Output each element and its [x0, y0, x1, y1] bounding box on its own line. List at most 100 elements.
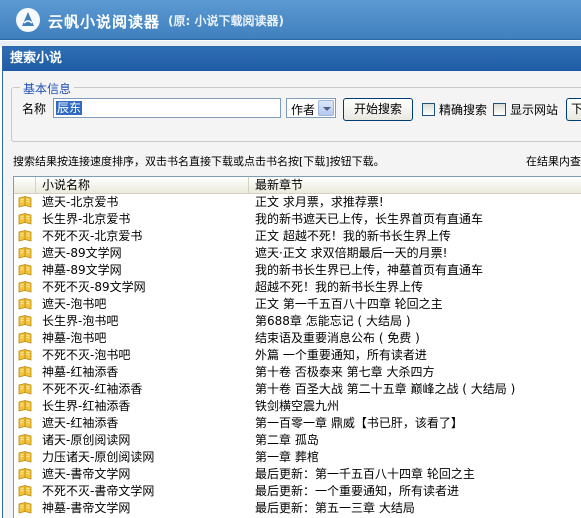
novel-name-cell[interactable]: 遮天-書帝文学网 [42, 466, 130, 483]
book-icon [18, 332, 32, 344]
table-row[interactable]: 遮天-書帝文学网 最后更新：第一千五百八十四章 轮回之主 [14, 466, 581, 483]
novel-name-cell[interactable]: 神墓-89文学网 [42, 262, 122, 279]
book-icon [18, 315, 32, 327]
search-type-select[interactable]: 作者 [286, 98, 336, 118]
book-icon [18, 298, 32, 310]
book-icon [18, 264, 32, 276]
filter-results-label: 在结果内查 [526, 155, 581, 168]
results-table[interactable]: 小说名称 最新章节 遮天-北京爱书 正文 求月票，求推荐票! 长生界-北京爱书 我的新… [13, 176, 581, 518]
book-icon [18, 230, 32, 242]
latest-chapter-cell: 遮天·正文 求双倍期最后一天的月票! [255, 246, 448, 260]
table-row[interactable]: 不死不灭-泡书吧 外篇 一个重要通知，所有读者进 [14, 347, 581, 364]
search-type-value: 作者 [291, 103, 316, 117]
table-row[interactable]: 不死不灭-北京爱书 正文 超越不死！我的新书长生界上传 [14, 228, 581, 245]
latest-chapter-cell: 第十卷 百圣大战 第二十五章 巅峰之战 ( 大结局 ) [255, 382, 516, 396]
novel-name-cell[interactable]: 力压诸天-原创阅读网 [42, 449, 154, 466]
table-row[interactable]: 力压诸天-原创阅读网 第一章 葬棺 [14, 449, 581, 466]
table-row[interactable]: 神墓-書帝文学网 最后更新：第五一三章 大结局 [14, 500, 581, 517]
book-icon [18, 417, 32, 429]
table-row[interactable]: 遮天-89文学网 遮天·正文 求双倍期最后一天的月票! [14, 245, 581, 262]
book-icon [18, 400, 32, 412]
novel-name-cell[interactable]: 诸天-原创阅读网 [42, 432, 130, 449]
app-title: 云帆小说阅读器 [48, 13, 161, 31]
novel-name-cell[interactable]: 神墓-泡书吧 [42, 330, 106, 347]
table-row[interactable]: 遮天-泡书吧 正文 第一千五百八十四章 轮回之主 [14, 296, 581, 313]
novel-name-cell[interactable]: 遮天-红袖添香 [42, 415, 118, 432]
latest-chapter-cell: 铁剑横空震九州 [255, 399, 340, 413]
novel-name-cell[interactable]: 长生界-红袖添香 [42, 398, 130, 415]
name-label: 名称 [22, 102, 47, 116]
book-icon [18, 247, 32, 259]
book-icon [18, 366, 32, 378]
table-row[interactable]: 遮天-北京爱书 正文 求月票，求推荐票! [14, 194, 581, 211]
latest-chapter-cell: 我的新书遮天已上传，长生界首页有直通车 [255, 212, 484, 226]
latest-chapter-cell: 结束语及重要消息公布 ( 免费 ) [255, 331, 420, 345]
app-header: 云帆小说阅读器 (原: 小说下载阅读器) [0, 0, 581, 40]
novel-name-cell[interactable]: 不死不灭-北京爱书 [42, 228, 142, 245]
latest-chapter-cell: 正文 超越不死！我的新书长生界上传 [255, 229, 451, 243]
show-site-checkbox[interactable] [493, 103, 506, 116]
book-icon [18, 383, 32, 395]
latest-chapter-cell: 正文 求月票，求推荐票! [255, 195, 384, 209]
column-header-name[interactable]: 小说名称 [36, 177, 249, 194]
latest-chapter-cell: 第688章 怎能忘记 ( 大结局 ) [255, 314, 411, 328]
latest-chapter-cell: 外篇 一个重要通知，所有读者进 [255, 348, 427, 362]
table-body: 遮天-北京爱书 正文 求月票，求推荐票! 长生界-北京爱书 我的新书遮天已上传，长生界… [14, 194, 581, 517]
novel-name-cell[interactable]: 不死不灭-89文学网 [42, 279, 146, 296]
novel-name-input[interactable]: 辰东 [53, 98, 281, 118]
latest-chapter-cell: 第一百零一章 鼎威【书已肝，该看了】 [255, 416, 463, 430]
novel-name-cell[interactable]: 神墓-書帝文学网 [42, 500, 130, 517]
table-row[interactable]: 不死不灭-89文学网 超越不死！我的新书长生界上传 [14, 279, 581, 296]
novel-name-cell[interactable]: 不死不灭-泡书吧 [42, 347, 130, 364]
table-row[interactable]: 遮天-红袖添香 第一百零一章 鼎威【书已肝，该看了】 [14, 415, 581, 432]
book-icon [18, 485, 32, 497]
chevron-down-icon[interactable] [318, 100, 334, 116]
latest-chapter-cell: 第十卷 否极泰来 第七章 大杀四方 [255, 365, 435, 379]
latest-chapter-cell: 正文 第一千五百八十四章 轮回之主 [255, 297, 443, 311]
table-row[interactable]: 诸天-原创阅读网 第二章 孤岛 [14, 432, 581, 449]
start-search-button[interactable]: 开始搜索 [343, 98, 413, 121]
basic-info-legend: 基本信息 [20, 80, 75, 97]
table-row[interactable]: 神墓-红袖添香 第十卷 否极泰来 第七章 大杀四方 [14, 364, 581, 381]
latest-chapter-cell: 第二章 孤岛 [255, 433, 319, 447]
table-row[interactable]: 长生界-北京爱书 我的新书遮天已上传，长生界首页有直通车 [14, 211, 581, 228]
latest-chapter-cell: 最后更新：一个重要通知，所有读者进 [255, 484, 460, 498]
exact-search-checkbox[interactable] [422, 103, 435, 116]
app-subtitle: (原: 小说下载阅读器) [168, 14, 284, 28]
table-row[interactable]: 长生界-红袖添香 铁剑横空震九州 [14, 398, 581, 415]
table-header: 小说名称 最新章节 [14, 177, 581, 194]
table-row[interactable]: 长生界-泡书吧 第688章 怎能忘记 ( 大结局 ) [14, 313, 581, 330]
novel-name-cell[interactable]: 不死不灭-红袖添香 [42, 381, 142, 398]
book-icon [18, 468, 32, 480]
latest-chapter-cell: 第一章 葬棺 [255, 450, 319, 464]
latest-chapter-cell: 最后更新：第五一三章 大结局 [255, 501, 415, 515]
book-icon [18, 196, 32, 208]
novel-name-value: 辰东 [56, 101, 83, 115]
app-logo-icon [16, 8, 40, 32]
table-row[interactable]: 不死不灭-红袖添香 第十卷 百圣大战 第二十五章 巅峰之战 ( 大结局 ) [14, 381, 581, 398]
book-icon [18, 502, 32, 514]
latest-chapter-cell: 最后更新：第一千五百八十四章 轮回之主 [255, 467, 475, 481]
table-row[interactable]: 神墓-89文学网 我的新书长生界已上传，神墓首页有直通车 [14, 262, 581, 279]
header-icon-column [14, 177, 36, 194]
novel-name-cell[interactable]: 长生界-北京爱书 [42, 211, 130, 228]
results-hint: 搜索结果按连接速度排序，双击书名直接下载或点击书名按[下载]按钮下载。 [13, 155, 385, 168]
novel-name-cell[interactable]: 不死不灭-書帝文学网 [42, 483, 154, 500]
exact-search-label: 精确搜索 [439, 103, 488, 117]
book-icon [18, 349, 32, 361]
novel-name-cell[interactable]: 遮天-89文学网 [42, 245, 122, 262]
novel-name-cell[interactable]: 遮天-泡书吧 [42, 296, 106, 313]
search-novel-panel: 搜索小说 基本信息 名称 辰东 作者 开始搜索 精确搜索 显示网站 下 搜索结果… [2, 46, 581, 518]
column-header-chapter[interactable]: 最新章节 [249, 177, 581, 194]
panel-title: 搜索小说 [3, 47, 581, 71]
next-button[interactable]: 下 [566, 98, 581, 121]
novel-name-cell[interactable]: 神墓-红袖添香 [42, 364, 118, 381]
book-icon [18, 213, 32, 225]
table-row[interactable]: 神墓-泡书吧 结束语及重要消息公布 ( 免费 ) [14, 330, 581, 347]
table-row[interactable]: 不死不灭-書帝文学网 最后更新：一个重要通知，所有读者进 [14, 483, 581, 500]
novel-name-cell[interactable]: 长生界-泡书吧 [42, 313, 118, 330]
novel-name-cell[interactable]: 遮天-北京爱书 [42, 194, 118, 211]
book-icon [18, 451, 32, 463]
latest-chapter-cell: 我的新书长生界已上传，神墓首页有直通车 [255, 263, 484, 277]
latest-chapter-cell: 超越不死！我的新书长生界上传 [255, 280, 424, 294]
